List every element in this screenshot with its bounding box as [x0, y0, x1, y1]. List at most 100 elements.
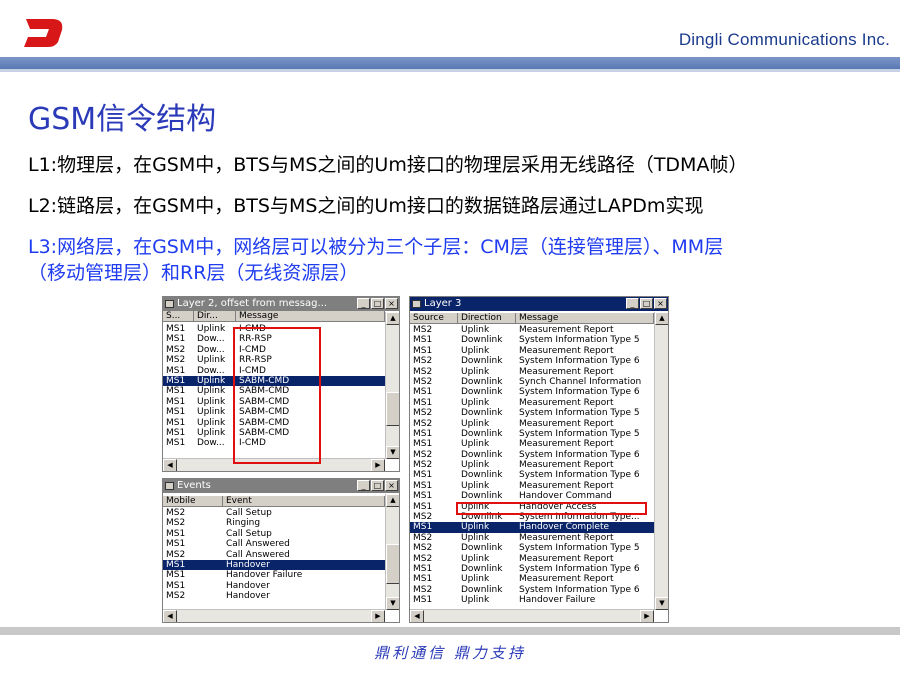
table-row[interactable]: MS2 Downlink Synch Channel Information: [410, 377, 654, 387]
table-cell: Measurement Report: [519, 418, 614, 429]
table-row[interactable]: MS2 Uplink Measurement Report: [410, 460, 654, 470]
table-cell: System Information Type 6: [519, 584, 640, 595]
table-row[interactable]: MS2 Handover: [163, 591, 385, 601]
layer3-window[interactable]: Layer 3 _ □ × Source Direction Message M…: [409, 296, 669, 623]
scroll-right-icon[interactable]: ▶: [371, 610, 385, 622]
table-row[interactable]: MS1 Uplink Measurement Report: [410, 481, 654, 491]
events-list[interactable]: MS2 Call Setup MS2 Ringing MS1 Call Setup MS1 C…: [163, 508, 385, 608]
table-row[interactable]: MS1 Downlink Handover Command: [410, 491, 654, 501]
vertical-scrollbar[interactable]: ▲ ▼: [385, 312, 399, 459]
minimize-button[interactable]: _: [357, 298, 370, 309]
layer2-titlebar[interactable]: Layer 2, offset from messag... _ □ ×: [163, 297, 399, 311]
table-row[interactable]: MS2 Ringing: [163, 518, 385, 528]
column-header[interactable]: Message: [516, 313, 654, 323]
highlight-box: [233, 327, 321, 464]
table-row[interactable]: MS2 Downlink System Information Type 5: [410, 408, 654, 418]
table-cell: MS2: [413, 449, 433, 460]
events-titlebar[interactable]: Events _ □ ×: [163, 479, 399, 493]
events-window[interactable]: Events _ □ × Mobile Event MS2 Call Setup M…: [162, 478, 400, 623]
scroll-left-icon[interactable]: ◀: [163, 610, 177, 622]
table-row[interactable]: MS1 Uplink Measurement Report: [410, 346, 654, 356]
table-row[interactable]: MS2 Downlink System Information Type 5: [410, 543, 654, 553]
table-cell: Dow...: [197, 334, 225, 345]
column-header[interactable]: Source: [410, 313, 458, 323]
table-row[interactable]: MS2 Downlink System Information Type 6: [410, 356, 654, 366]
table-cell: Uplink: [461, 397, 490, 408]
table-row[interactable]: MS2 Downlink System Information Type 6: [410, 585, 654, 595]
table-row[interactable]: MS2 Call Answered: [163, 550, 385, 560]
table-cell: Handover: [226, 591, 270, 602]
minimize-button[interactable]: _: [626, 298, 639, 309]
table-cell: Downlink: [461, 356, 503, 367]
table-row[interactable]: MS1 Call Answered: [163, 539, 385, 549]
table-cell: Downlink: [461, 543, 503, 554]
table-row[interactable]: MS1 Handover Failure: [163, 570, 385, 580]
window-icon: [165, 482, 174, 490]
scroll-left-icon[interactable]: ◀: [163, 459, 177, 471]
table-cell: Dow...: [197, 344, 225, 355]
table-row[interactable]: MS1 Downlink System Information Type 6: [410, 564, 654, 574]
maximize-button[interactable]: □: [371, 298, 384, 309]
layer3-titlebar[interactable]: Layer 3 _ □ ×: [410, 297, 668, 311]
table-cell: MS2: [166, 355, 186, 366]
table-row[interactable]: MS1 Handover: [163, 559, 385, 571]
table-row[interactable]: MS1 Uplink Handover Complete: [410, 522, 654, 533]
table-row[interactable]: MS1 Call Setup: [163, 529, 385, 539]
table-row[interactable]: MS1 Downlink System Information Type 6: [410, 470, 654, 480]
table-row[interactable]: MS2 Call Setup: [163, 508, 385, 518]
vertical-scrollbar[interactable]: ▲ ▼: [654, 312, 668, 610]
scroll-left-icon[interactable]: ◀: [410, 610, 424, 622]
table-row[interactable]: MS1 Uplink Measurement Report: [410, 439, 654, 449]
column-header[interactable]: Dir...: [194, 311, 236, 321]
scroll-down-icon[interactable]: ▼: [655, 597, 668, 610]
events-header: Mobile Event: [163, 496, 385, 507]
table-cell: MS2: [413, 532, 433, 543]
scroll-thumb[interactable]: [386, 392, 399, 426]
maximize-button[interactable]: □: [640, 298, 653, 309]
layer3-list[interactable]: MS2 Uplink Measurement Report MS1 Downlink Sy…: [410, 325, 654, 609]
table-cell: MS1: [166, 407, 186, 418]
header-bar: [0, 57, 900, 69]
scroll-thumb[interactable]: [386, 544, 399, 584]
scroll-up-icon[interactable]: ▲: [655, 312, 668, 325]
column-header[interactable]: Mobile: [163, 496, 223, 506]
scroll-up-icon[interactable]: ▲: [386, 312, 399, 325]
scroll-right-icon[interactable]: ▶: [371, 459, 385, 471]
scroll-down-icon[interactable]: ▼: [386, 597, 399, 610]
scroll-right-icon[interactable]: ▶: [640, 610, 654, 622]
minimize-button[interactable]: _: [357, 480, 370, 491]
table-row[interactable]: MS2 Uplink Measurement Report: [410, 419, 654, 429]
table-cell: Handover Complete: [519, 522, 610, 533]
table-cell: System Information Type 6: [519, 470, 640, 481]
table-row[interactable]: MS2 Downlink System Information Type 6: [410, 450, 654, 460]
table-row[interactable]: MS1 Uplink Measurement Report: [410, 398, 654, 408]
table-row[interactable]: MS1 Downlink System Information Type 6: [410, 387, 654, 397]
table-row[interactable]: MS2 Uplink Measurement Report: [410, 325, 654, 335]
table-row[interactable]: MS2 Uplink Measurement Report: [410, 367, 654, 377]
column-header[interactable]: Message: [236, 311, 385, 321]
column-header[interactable]: Event: [223, 496, 385, 506]
vertical-scrollbar[interactable]: ▲ ▼: [385, 494, 399, 610]
close-button[interactable]: ×: [654, 298, 667, 309]
maximize-button[interactable]: □: [371, 480, 384, 491]
horizontal-scrollbar[interactable]: ◀ ▶: [163, 609, 385, 622]
horizontal-scrollbar[interactable]: ◀ ▶: [410, 609, 654, 622]
column-header[interactable]: Direction: [458, 313, 516, 323]
close-button[interactable]: ×: [385, 480, 398, 491]
column-header[interactable]: S...: [163, 311, 194, 321]
table-row[interactable]: MS1 Handover: [163, 581, 385, 591]
table-row[interactable]: MS1 Downlink System Information Type 5: [410, 335, 654, 345]
table-row[interactable]: MS2 Uplink Measurement Report: [410, 533, 654, 543]
table-row[interactable]: MS1 Downlink System Information Type 5: [410, 429, 654, 439]
slide-title: GSM信令结构: [28, 102, 217, 137]
layer2-title: Layer 2, offset from messag...: [177, 298, 328, 309]
table-row[interactable]: MS1 Uplink Handover Failure: [410, 595, 654, 605]
table-row[interactable]: MS2 Uplink Measurement Report: [410, 554, 654, 564]
table-cell: MS1: [166, 386, 186, 397]
scroll-down-icon[interactable]: ▼: [386, 446, 399, 459]
scroll-up-icon[interactable]: ▲: [386, 494, 399, 507]
table-cell: Measurement Report: [519, 439, 614, 450]
close-button[interactable]: ×: [385, 298, 398, 309]
table-cell: System Information Type 5: [519, 428, 640, 439]
table-row[interactable]: MS1 Uplink Measurement Report: [410, 574, 654, 584]
